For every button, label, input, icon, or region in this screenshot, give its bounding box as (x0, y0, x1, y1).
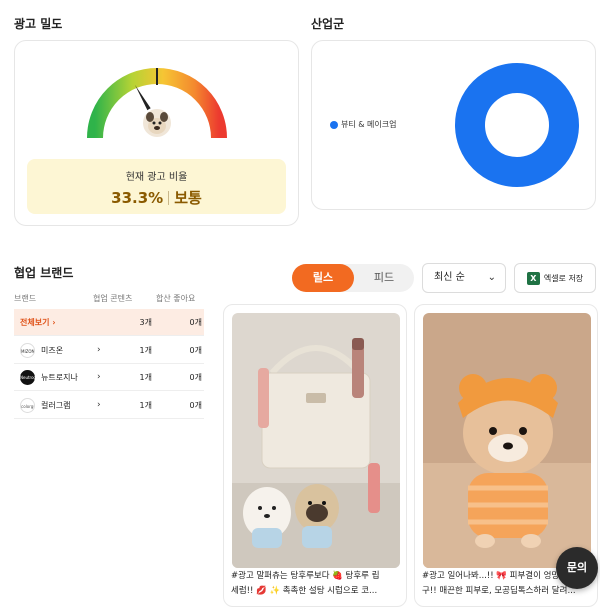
chevron-right-icon: › (97, 372, 101, 382)
post-card[interactable]: #광고 말퍼츄는 탕후루보다 🍓 탕후루 립 세럼!! 💋 ✨ 촉촉한 설탕 시… (223, 304, 407, 607)
post-thumbnail[interactable] (423, 313, 591, 568)
ad-ratio-level: 보통 (174, 189, 202, 207)
inquiry-button[interactable]: 문의 (556, 547, 598, 589)
brand-likes: 0개 (189, 373, 202, 382)
brand-row-all[interactable]: 전체보기 › 3개 0개 (14, 309, 204, 336)
post-image (423, 313, 591, 568)
brand-all-count: 3개 (139, 318, 152, 327)
brand-row-mizon[interactable]: MIZON 미즈온 › 1개 0개 (14, 337, 204, 364)
avatar-icon (141, 107, 173, 139)
chevron-right-icon: › (97, 400, 101, 410)
ad-density-title: 광고 밀도 (14, 17, 63, 31)
brand-likes: 0개 (189, 401, 202, 410)
brand-logo: colorgram (20, 398, 35, 413)
post-thumbnail[interactable] (232, 313, 400, 568)
sort-select[interactable]: 최신 순 ⌄ (422, 263, 506, 293)
post-caption[interactable]: #광고 말퍼츄는 탕후루보다 🍓 탕후루 립 세럼!! 💋 ✨ 촉촉한 설탕 시… (231, 569, 403, 599)
chevron-down-icon: ⌄ (487, 272, 496, 283)
chevron-right-icon: › (97, 345, 101, 355)
ad-ratio-percent: 33.3% (111, 189, 164, 207)
brand-count: 1개 (139, 401, 152, 410)
industry-title: 산업군 (311, 17, 345, 31)
brand-logo: MIZON (20, 343, 35, 358)
brand-count: 1개 (139, 346, 152, 355)
brand-col-header: 브랜드 (14, 294, 37, 303)
tab-feed[interactable]: 피드 (354, 264, 414, 292)
excel-export-button[interactable]: X 엑셀로 저장 (514, 263, 596, 293)
brand-all-likes: 0개 (189, 318, 202, 327)
ratio-divider (168, 191, 170, 205)
sort-selected-value: 최신 순 (434, 272, 465, 283)
brand-row-colorgram[interactable]: colorgram 컬러그램 › 1개 0개 (14, 392, 204, 419)
industry-legend: 뷰티 & 메이크업 (330, 119, 396, 130)
likes-col-header: 합산 좋아요 (156, 294, 196, 303)
brand-name: 컬러그램 (41, 401, 71, 410)
industry-donut-chart (455, 63, 579, 187)
brand-logo: Neutrogena (20, 370, 35, 385)
brand-name: 뉴트로지나 (41, 373, 78, 382)
legend-label: 뷰티 & 메이크업 (341, 120, 397, 129)
ad-ratio-value: 33.3% 보통 (27, 187, 286, 208)
post-image (232, 313, 400, 568)
ad-ratio-label: 현재 광고 비율 (125, 172, 188, 183)
brand-all-label: 전체보기 › (20, 318, 56, 327)
brand-name: 미즈온 (41, 346, 64, 355)
brand-count: 1개 (139, 373, 152, 382)
brand-likes: 0개 (189, 346, 202, 355)
ad-density-card: 현재 광고 비율 33.3% 보통 (14, 40, 299, 226)
content-col-header: 협업 콘텐츠 (93, 294, 133, 303)
brands-title: 협업 브랜드 (14, 266, 74, 280)
industry-card: 뷰티 & 메이크업 (311, 40, 596, 210)
brand-row-neutrogena[interactable]: Neutrogena 뉴트로지나 › 1개 0개 (14, 364, 204, 391)
tab-reels[interactable]: 릴스 (292, 264, 354, 292)
ad-ratio-box: 현재 광고 비율 33.3% 보통 (27, 159, 286, 214)
donut-slice (455, 63, 579, 187)
excel-icon: X (526, 271, 540, 285)
excel-export-label: 엑셀로 저장 (543, 273, 584, 283)
ad-density-gauge (87, 68, 227, 139)
legend-dot (330, 120, 338, 129)
content-type-tabs: 릴스 피드 (292, 264, 414, 292)
